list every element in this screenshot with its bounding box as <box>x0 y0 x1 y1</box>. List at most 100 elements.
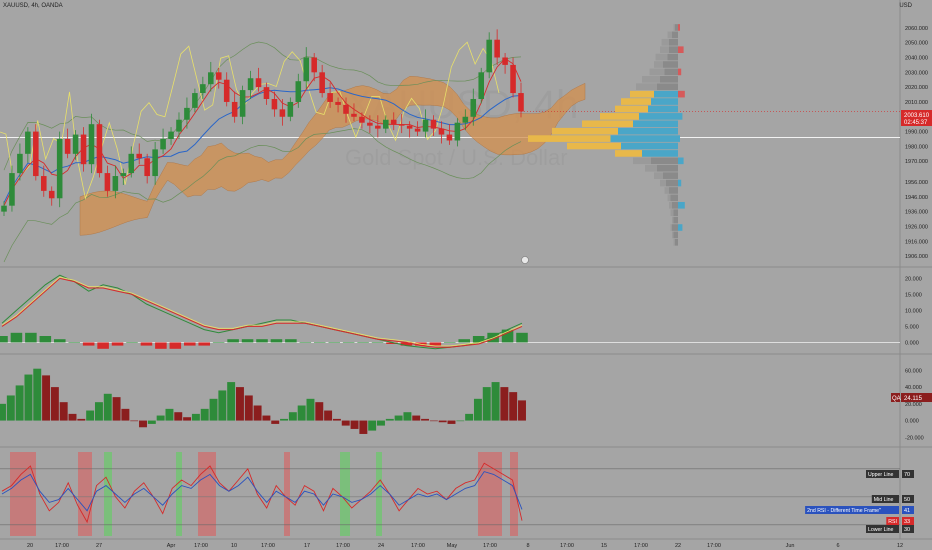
time-tick-label: 17 <box>304 543 310 549</box>
time-tick-label: Jun <box>786 543 795 549</box>
candle-body <box>72 134 79 154</box>
vp-delta-bar <box>678 179 682 187</box>
vp-buy-bar <box>654 90 678 98</box>
chart-canvas[interactable]: XAUUSD, 4h Gold Spot / U.S. Dollar 2060.… <box>0 0 932 550</box>
qa-bar <box>130 420 139 422</box>
vp-sell-bar <box>669 201 672 209</box>
vp-buy-bar <box>651 98 678 105</box>
rsi-signal-zone <box>478 452 502 536</box>
qa-bar <box>491 382 500 421</box>
event-marker-icon[interactable] <box>521 256 529 264</box>
candle-body <box>200 84 206 94</box>
qa-badge-value: 24.115 <box>904 396 923 402</box>
qa-bar <box>385 418 394 421</box>
candle-body <box>319 72 325 94</box>
vp-sell-bar <box>661 38 669 46</box>
qa-bar <box>24 374 33 421</box>
macd-histogram-bar <box>371 342 384 343</box>
candle-body <box>422 119 429 132</box>
candle-body <box>1 205 7 212</box>
qa-badge-label: QA <box>892 396 901 402</box>
candle-body <box>454 122 461 141</box>
candle-body <box>295 81 302 102</box>
vp-sell-bar <box>670 224 672 231</box>
price-tick-label: 2030.000 <box>905 70 928 76</box>
candle-body <box>359 116 365 123</box>
vp-delta-bar <box>678 135 680 142</box>
qa-bar <box>156 415 165 421</box>
vp-sell-bar <box>645 164 657 172</box>
vp-buy-bar <box>672 224 678 231</box>
price-tick-label: 2010.000 <box>905 100 928 106</box>
candle-body <box>470 98 477 117</box>
time-tick-label: 17:00 <box>55 543 69 549</box>
qa-bar <box>509 392 518 421</box>
candle-body <box>247 78 254 91</box>
qa-bar <box>121 408 130 421</box>
candle-body <box>486 39 492 73</box>
macd-tick-label: 5.000 <box>905 324 919 330</box>
candle-body <box>398 124 405 126</box>
vp-buy-bar <box>610 135 678 142</box>
time-tick-label: 15 <box>601 543 607 549</box>
candle-body <box>88 124 95 165</box>
rsi-label-name: Upper Line <box>868 472 893 478</box>
vp-buy-bar <box>663 61 678 68</box>
candle-body <box>478 72 485 99</box>
vp-sell-bar <box>667 31 672 39</box>
vp-buy-bar <box>672 31 678 39</box>
time-tick-label: 17:00 <box>560 543 574 549</box>
vp-delta-bar <box>678 24 680 31</box>
qa-bar <box>280 418 288 421</box>
candle-body <box>255 78 262 88</box>
candle-body <box>160 139 166 150</box>
candle-body <box>152 149 158 177</box>
vp-sell-bar <box>667 194 671 202</box>
candle-body <box>279 109 286 117</box>
price-badge-price: 2003.610 <box>904 113 930 119</box>
vp-buy-bar <box>669 187 678 194</box>
vp-buy-bar <box>669 38 678 46</box>
vp-buy-bar <box>669 46 678 53</box>
vp-sell-bar <box>633 157 651 165</box>
rsi-label-value: 41 <box>904 508 910 514</box>
qa-bar <box>209 398 218 421</box>
candle-body <box>239 90 246 117</box>
qa-bar <box>15 385 24 421</box>
vp-buy-bar <box>673 209 678 217</box>
candle-body <box>184 107 190 120</box>
qa-bar <box>227 382 236 421</box>
vp-sell-bar <box>672 231 674 239</box>
price-tick-label: 2040.000 <box>905 55 928 61</box>
qa-bar <box>103 393 112 421</box>
vp-delta-bar <box>678 157 684 165</box>
macd-tick-label: 0.000 <box>905 340 919 346</box>
qa-bar <box>0 403 6 421</box>
vp-sell-bar <box>615 150 642 157</box>
chart-root: XAUUSD, 4h Gold Spot / U.S. Dollar 2060.… <box>0 0 932 550</box>
symbol-label[interactable]: XAUUSD, 4h, OANDA <box>3 3 63 9</box>
time-tick-label: 20 <box>27 543 33 549</box>
candle-body <box>48 190 55 199</box>
rsi-label-name: 2nd RSI - Different Time Frame" <box>807 508 881 514</box>
vp-sell-bar <box>660 179 666 187</box>
macd-histogram-bar <box>212 342 225 343</box>
vp-sell-bar <box>649 68 665 76</box>
qa-bar <box>359 420 368 434</box>
macd-histogram-bar <box>256 339 268 343</box>
qa-bar <box>165 408 174 421</box>
time-tick-label: 27 <box>96 543 102 549</box>
macd-histogram-bar <box>227 339 239 343</box>
qa-bar <box>377 420 385 426</box>
macd-histogram-bar <box>299 342 312 343</box>
candle-body <box>271 98 278 110</box>
vp-sell-bar <box>670 209 674 217</box>
qa-bar <box>403 412 412 421</box>
qa-bar <box>447 420 456 424</box>
candle-body <box>223 79 230 102</box>
qa-bar <box>183 417 192 421</box>
candle-body <box>430 119 437 129</box>
rsi-signal-zone <box>10 452 36 536</box>
vp-sell-bar <box>673 24 675 31</box>
vp-buy-bar <box>666 179 678 187</box>
